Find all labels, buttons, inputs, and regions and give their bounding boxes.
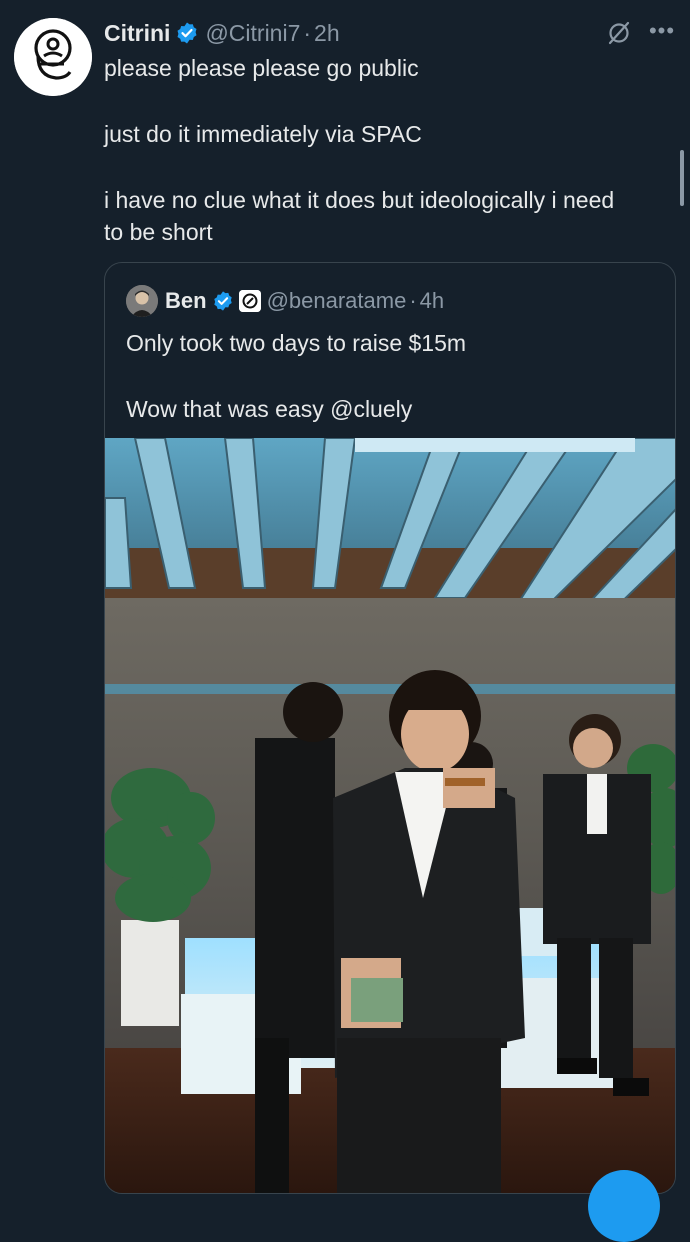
quote-author-handle[interactable]: @benaratame [267, 288, 407, 314]
quote-timestamp[interactable]: 4h [420, 288, 444, 314]
tweet-header: Citrini @Citrini7 · 2h [104, 16, 340, 50]
scrollbar[interactable] [680, 150, 684, 206]
citrini-logo-icon[interactable] [14, 18, 92, 96]
tweet-text-line: please please please go public [104, 55, 419, 81]
affiliate-badge-icon[interactable] [238, 290, 261, 312]
quote-photo[interactable] [105, 438, 675, 1193]
quote-text-line: Wow that was easy @cluely [126, 396, 413, 422]
quote-header: Ben @benaratame · 4h [165, 285, 444, 317]
more-icon[interactable]: ••• [648, 20, 676, 46]
author-handle[interactable]: @Citrini7 [205, 20, 300, 47]
quote-avatar[interactable] [126, 285, 158, 317]
compose-button[interactable] [588, 1170, 660, 1242]
tweet-text-line: i have no clue what it does but ideologi… [104, 187, 615, 213]
author-name[interactable]: Citrini [104, 20, 170, 47]
tweet-text-line: just do it immediately via SPAC [104, 121, 422, 147]
timestamp[interactable]: 2h [314, 20, 340, 47]
tweet[interactable]: Citrini @Citrini7 · 2h ••• please please… [0, 0, 690, 1242]
quoted-tweet[interactable]: Ben @benaratame · 4h Only took two days … [104, 262, 676, 1194]
verified-badge-icon [177, 22, 197, 44]
quote-author-name[interactable]: Ben [165, 288, 207, 314]
grok-icon[interactable] [606, 20, 632, 46]
quote-text-line: Only took two days to raise $15m [126, 330, 467, 356]
separator-dot: · [303, 19, 312, 46]
verified-badge-icon [213, 291, 232, 311]
separator-dot: · [409, 288, 417, 313]
tweet-text-line: to be short [104, 219, 213, 245]
